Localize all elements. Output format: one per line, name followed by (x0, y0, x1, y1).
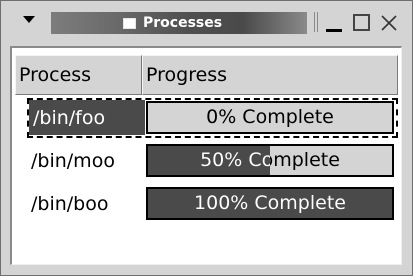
window-title: Processes (143, 15, 223, 31)
window: Processes Process Progress /bin/foo 0% C… (0, 0, 413, 276)
minimize-button[interactable] (324, 15, 344, 35)
progress-label-inverse: 50% Complete (200, 149, 270, 171)
progress-label-inverse: 100% Complete (194, 192, 346, 214)
window-icon (123, 18, 136, 29)
grip-icon (314, 12, 318, 32)
focus-rectangle (27, 98, 398, 138)
progress-label-overlay: 50% Complete (148, 146, 270, 175)
column-header-process[interactable]: Process (15, 55, 142, 95)
table-row[interactable]: /bin/boo 100% Complete 100% Complete (27, 184, 398, 224)
title-bar[interactable]: Processes (3, 3, 410, 37)
process-name: /bin/moo (31, 150, 115, 172)
process-name: /bin/boo (31, 193, 109, 215)
progress-bar: 100% Complete 100% Complete (146, 187, 394, 220)
table-header: Process Progress (15, 55, 398, 95)
progress-label-overlay: 100% Complete (148, 189, 392, 218)
close-icon (381, 15, 397, 31)
maximize-button[interactable] (353, 14, 370, 31)
minimize-icon (326, 29, 342, 32)
table-row[interactable]: /bin/moo 50% Complete 50% Complete (27, 141, 398, 181)
progress-bar: 50% Complete 50% Complete (146, 144, 394, 177)
close-button[interactable] (379, 13, 399, 33)
window-menu-icon[interactable] (23, 16, 35, 23)
column-header-progress[interactable]: Progress (142, 55, 398, 95)
table-row[interactable]: /bin/foo 0% Complete 0% Complete (27, 98, 398, 138)
